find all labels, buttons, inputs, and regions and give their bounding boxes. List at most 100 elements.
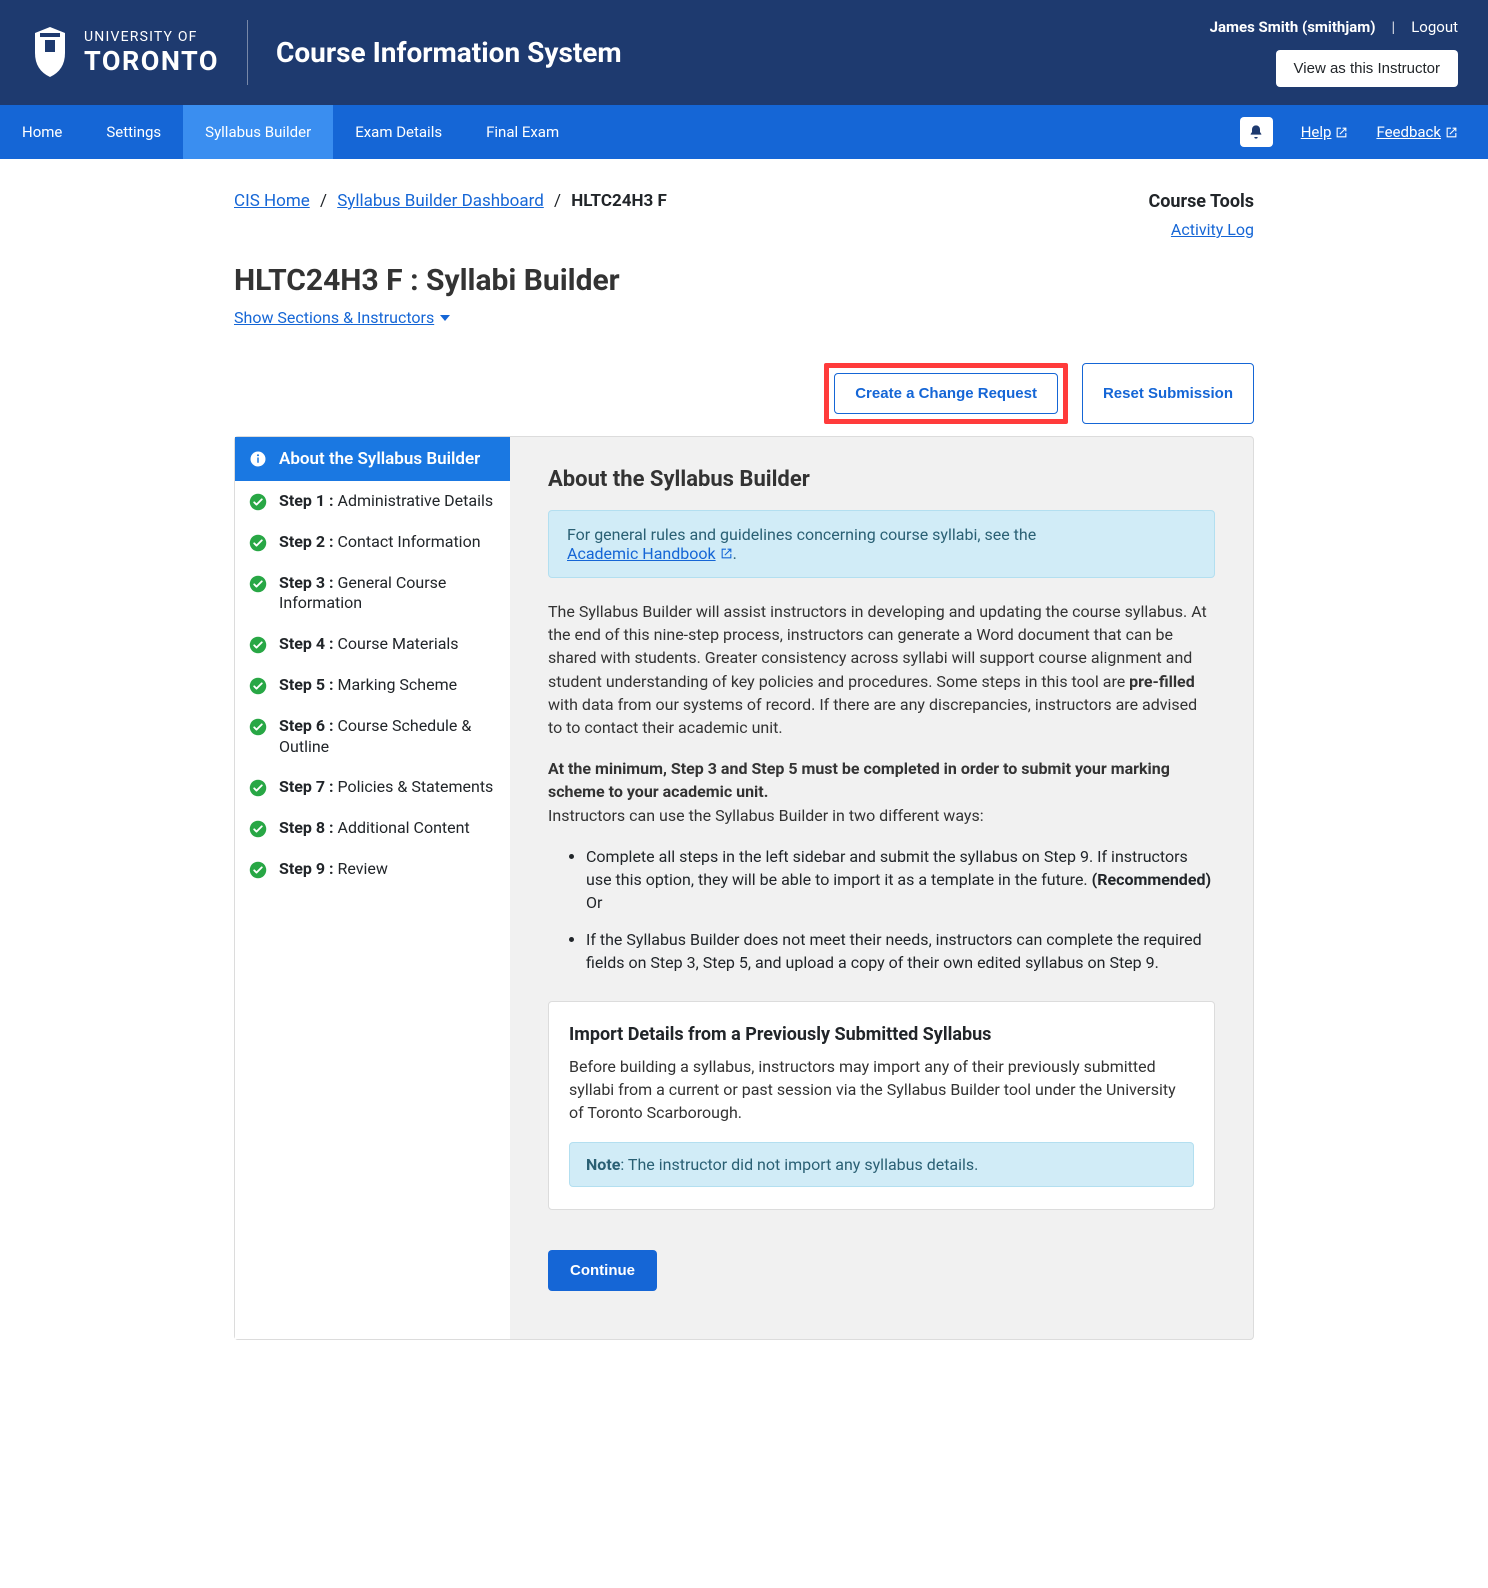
import-note-box: Note: The instructor did not import any … [569, 1142, 1194, 1187]
toronto-label: TORONTO [84, 45, 219, 77]
logout-link[interactable]: Logout [1411, 18, 1458, 36]
nav-right: Help Feedback [1240, 117, 1488, 147]
page-title: HLTC24H3 F : Syllabi Builder [234, 263, 1254, 298]
view-as-instructor-button[interactable]: View as this Instructor [1276, 50, 1458, 87]
import-card: Import Details from a Previously Submitt… [548, 1001, 1215, 1211]
para-intro: The Syllabus Builder will assist instruc… [548, 600, 1215, 739]
note-text: : The instructor did not import any syll… [620, 1155, 978, 1174]
check-circle-icon [249, 718, 267, 736]
sidebar-step-4[interactable]: Step 4 : Course Materials [235, 624, 510, 665]
show-sections-toggle[interactable]: Show Sections & Instructors [234, 308, 450, 327]
separator: | [1392, 18, 1396, 36]
step-text: Step 6 : Course Schedule & Outline [279, 716, 496, 758]
breadcrumb-sep: / [320, 191, 327, 211]
check-circle-icon [249, 677, 267, 695]
sidebar-step-7[interactable]: Step 7 : Policies & Statements [235, 767, 510, 808]
action-buttons: Create a Change Request Reset Submission [234, 363, 1254, 424]
step-text: Step 1 : Administrative Details [279, 491, 493, 512]
sidebar-step-2[interactable]: Step 2 : Contact Information [235, 522, 510, 563]
sidebar-header-label: About the Syllabus Builder [279, 449, 480, 469]
breadcrumb-current: HLTC24H3 F [571, 191, 667, 211]
logo-text: UNIVERSITY OF TORONTO [84, 29, 219, 77]
para-requirements: At the minimum, Step 3 and Step 5 must b… [548, 757, 1215, 827]
main-container: CIS Home / Syllabus Builder Dashboard / … [219, 159, 1269, 1380]
help-label: Help [1301, 123, 1332, 141]
nav-exam-details[interactable]: Exam Details [333, 105, 464, 159]
external-link-icon [1445, 126, 1458, 139]
reset-submission-button[interactable]: Reset Submission [1082, 363, 1254, 424]
step-text: Step 3 : General Course Information [279, 573, 496, 615]
step-text: Step 7 : Policies & Statements [279, 777, 493, 798]
import-desc: Before building a syllabus, instructors … [569, 1055, 1194, 1125]
create-change-request-button[interactable]: Create a Change Request [834, 373, 1058, 414]
content: About the Syllabus Builder For general r… [510, 437, 1253, 1339]
app-title: Course Information System [276, 36, 1210, 69]
step-list: Step 1 : Administrative Details Step 2 : … [235, 481, 510, 890]
sidebar-step-6[interactable]: Step 6 : Course Schedule & Outline [235, 706, 510, 768]
check-circle-icon [249, 636, 267, 654]
feedback-link[interactable]: Feedback [1376, 123, 1458, 141]
nav-syllabus-builder[interactable]: Syllabus Builder [183, 105, 333, 159]
note-label: Note [586, 1155, 620, 1174]
step-text: Step 8 : Additional Content [279, 818, 470, 839]
check-circle-icon [249, 861, 267, 879]
info-box-post: . [733, 544, 737, 563]
sidebar-step-9[interactable]: Step 9 : Review [235, 849, 510, 890]
step-text: Step 2 : Contact Information [279, 532, 481, 553]
show-sections-label: Show Sections & Instructors [234, 308, 434, 327]
user-display: James Smith (smithjam) [1210, 18, 1376, 36]
external-link-icon [720, 547, 733, 560]
check-circle-icon [249, 575, 267, 593]
nav-bar: Home Settings Syllabus Builder Exam Deta… [0, 105, 1488, 159]
breadcrumb-dashboard[interactable]: Syllabus Builder Dashboard [337, 191, 544, 211]
activity-log-link[interactable]: Activity Log [1171, 220, 1254, 239]
feedback-label: Feedback [1376, 123, 1441, 141]
notifications-button[interactable] [1240, 117, 1273, 147]
header-right: James Smith (smithjam) | Logout View as … [1210, 18, 1458, 87]
info-box-pre: For general rules and guidelines concern… [567, 525, 1036, 544]
breadcrumb-sep: / [554, 191, 561, 211]
university-crest-icon [30, 25, 70, 80]
breadcrumb: CIS Home / Syllabus Builder Dashboard / … [234, 191, 667, 239]
step-text: Step 9 : Review [279, 859, 388, 880]
continue-button[interactable]: Continue [548, 1250, 657, 1291]
header: UNIVERSITY OF TORONTO Course Information… [0, 0, 1488, 105]
sidebar-step-8[interactable]: Step 8 : Additional Content [235, 808, 510, 849]
info-icon [249, 450, 267, 468]
check-circle-icon [249, 534, 267, 552]
step-text: Step 4 : Course Materials [279, 634, 459, 655]
check-circle-icon [249, 779, 267, 797]
course-tools: Course Tools Activity Log [1148, 191, 1254, 239]
header-divider [247, 20, 248, 85]
sidebar: About the Syllabus Builder Step 1 : Admi… [235, 437, 510, 1339]
logo-block[interactable]: UNIVERSITY OF TORONTO [30, 25, 219, 80]
step-text: Step 5 : Marking Scheme [279, 675, 457, 696]
highlight-annotation: Create a Change Request [824, 363, 1068, 424]
info-box: For general rules and guidelines concern… [548, 510, 1215, 578]
sidebar-step-5[interactable]: Step 5 : Marking Scheme [235, 665, 510, 706]
sidebar-header[interactable]: About the Syllabus Builder [235, 437, 510, 481]
top-row: CIS Home / Syllabus Builder Dashboard / … [234, 191, 1254, 239]
help-link[interactable]: Help [1301, 123, 1349, 141]
list-item: Complete all steps in the left sidebar a… [586, 845, 1215, 915]
caret-down-icon [440, 315, 450, 321]
content-heading: About the Syllabus Builder [548, 467, 1215, 492]
usage-options-list: Complete all steps in the left sidebar a… [548, 845, 1215, 975]
university-of-label: UNIVERSITY OF [84, 29, 219, 45]
academic-handbook-link[interactable]: Academic Handbook [567, 544, 733, 563]
nav-settings[interactable]: Settings [84, 105, 183, 159]
list-item: If the Syllabus Builder does not meet th… [586, 928, 1215, 974]
nav-final-exam[interactable]: Final Exam [464, 105, 581, 159]
sidebar-step-3[interactable]: Step 3 : General Course Information [235, 563, 510, 625]
external-link-icon [1335, 126, 1348, 139]
check-circle-icon [249, 493, 267, 511]
import-title: Import Details from a Previously Submitt… [569, 1024, 1194, 1045]
sidebar-step-1[interactable]: Step 1 : Administrative Details [235, 481, 510, 522]
breadcrumb-home[interactable]: CIS Home [234, 191, 310, 211]
check-circle-icon [249, 820, 267, 838]
main-panel: About the Syllabus Builder Step 1 : Admi… [234, 436, 1254, 1340]
nav-home[interactable]: Home [0, 105, 84, 159]
bell-icon [1248, 124, 1264, 140]
course-tools-title: Course Tools [1148, 191, 1254, 212]
user-row: James Smith (smithjam) | Logout [1210, 18, 1458, 36]
